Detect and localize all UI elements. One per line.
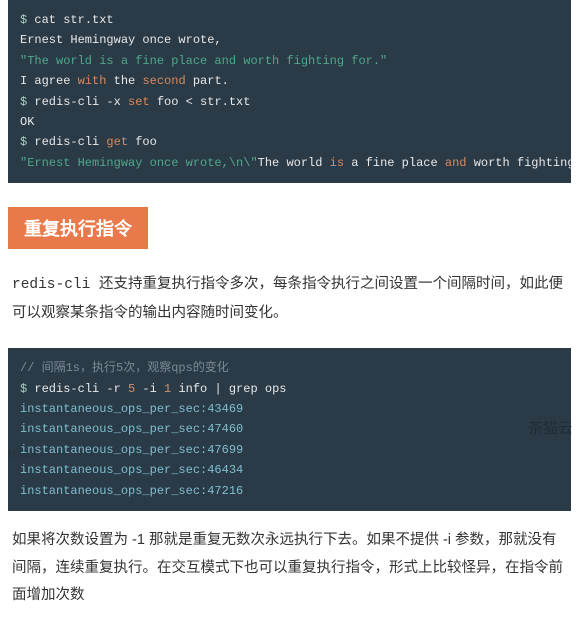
text: a fine place (344, 156, 445, 170)
metric-key: instantaneous_ops_per_sec: (20, 422, 207, 436)
comment-line: // 间隔1s，执行5次，观察qps的变化 (20, 358, 559, 378)
keyword: and (445, 156, 467, 170)
code-line: $ cat str.txt (20, 10, 559, 30)
keyword: get (106, 135, 128, 149)
prompt: $ (20, 13, 34, 27)
text: redis-cli 还支持重复执行指令多次，每条指令执行之间设置一个间隔时间，如… (12, 277, 563, 322)
keyword: set (128, 95, 150, 109)
metric-key: instantaneous_ops_per_sec: (20, 463, 207, 477)
string: "Ernest Hemingway once wrote,\n\" (20, 156, 258, 170)
text: The world (258, 156, 330, 170)
paragraph: redis-cli 还支持重复执行指令多次，每条指令执行之间设置一个间隔时间，如… (0, 271, 579, 328)
output-line: Ernest Hemingway once wrote, (20, 30, 559, 50)
metric-val: 47460 (207, 422, 243, 436)
cmd: redis-cli -x (34, 95, 128, 109)
metric-val: 46434 (207, 463, 243, 477)
output-line: instantaneous_ops_per_sec:43469 (20, 399, 559, 419)
code-line: $ redis-cli get foo (20, 132, 559, 152)
metric-val: 43469 (207, 402, 243, 416)
paragraph: 如果将次数设置为 -1 那就是重复无数次永远执行下去。如果不提供 -i 参数，那… (0, 527, 579, 610)
metric-val: 47699 (207, 443, 243, 457)
arg: -i (135, 382, 164, 396)
metric-key: instantaneous_ops_per_sec: (20, 484, 207, 498)
output-line: instantaneous_ops_per_sec:46434 (20, 460, 559, 480)
code-line: $ redis-cli -r 5 -i 1 info | grep ops (20, 379, 559, 399)
code-block-2: // 间隔1s，执行5次，观察qps的变化$ redis-cli -r 5 -i… (8, 348, 571, 511)
prompt: $ (20, 95, 34, 109)
prompt: $ (20, 382, 34, 396)
output-line: OK (20, 112, 559, 132)
keyword: second (142, 74, 185, 88)
keyword: with (78, 74, 107, 88)
output-line: I agree with the second part. (20, 71, 559, 91)
code-line: $ redis-cli -x set foo < str.txt (20, 92, 559, 112)
cmd: cat (34, 13, 56, 27)
text: part. (186, 74, 229, 88)
metric-key: instantaneous_ops_per_sec: (20, 402, 207, 416)
section-heading: 重复执行指令 (8, 207, 148, 249)
keyword: is (330, 156, 344, 170)
arg: info | grep ops (171, 382, 286, 396)
text: I agree (20, 74, 78, 88)
arg: foo < str.txt (150, 95, 251, 109)
prompt: $ (20, 135, 34, 149)
code-block-1: $ cat str.txtErnest Hemingway once wrote… (8, 0, 571, 183)
metric-val: 47216 (207, 484, 243, 498)
output-line: instantaneous_ops_per_sec:47216 (20, 481, 559, 501)
output-line: instantaneous_ops_per_sec:47699 (20, 440, 559, 460)
arg: foo (128, 135, 157, 149)
output-line: "Ernest Hemingway once wrote,\n\"The wor… (20, 153, 559, 173)
arg: str.txt (56, 13, 114, 27)
text: the (106, 74, 142, 88)
cmd: redis-cli (34, 135, 106, 149)
text: worth fighting fo (467, 156, 572, 170)
metric-key: instantaneous_ops_per_sec: (20, 443, 207, 457)
cmd: redis-cli -r (34, 382, 128, 396)
output-line: "The world is a fine place and worth fig… (20, 51, 559, 71)
output-line: instantaneous_ops_per_sec:47460 (20, 419, 559, 439)
